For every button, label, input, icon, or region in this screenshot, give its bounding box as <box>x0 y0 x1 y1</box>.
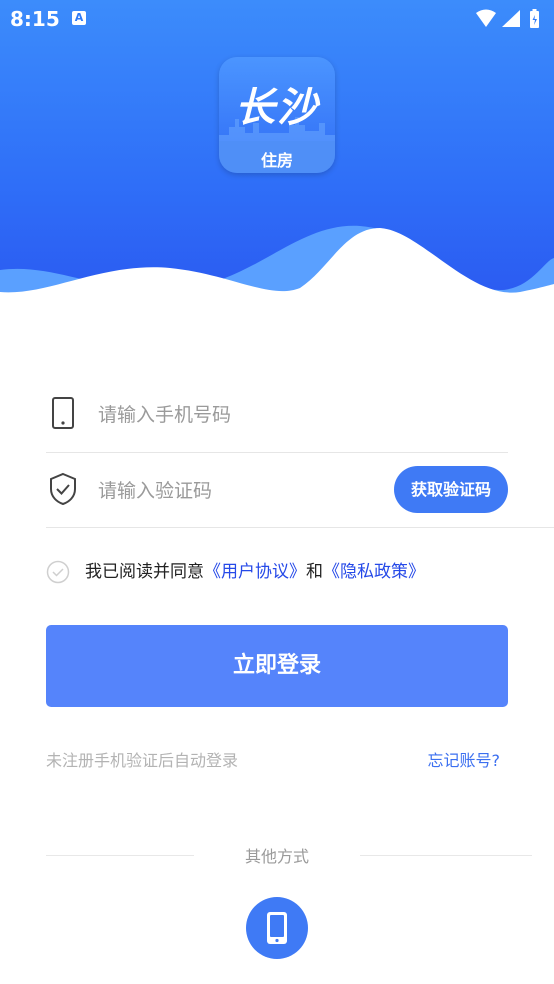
forgot-account-link[interactable]: 忘记账号? <box>428 747 501 771</box>
status-time: 8:15 <box>10 7 60 31</box>
signal-icon <box>502 10 520 27</box>
phone-login-button[interactable] <box>246 897 308 959</box>
agreement-checkbox[interactable] <box>46 560 70 584</box>
agreement-conjunction: 和 <box>306 562 323 582</box>
user-agreement-link[interactable]: 《用户协议》 <box>204 562 306 582</box>
phone-input[interactable] <box>96 396 390 434</box>
auto-register-hint: 未注册手机验证后自动登录 <box>46 751 239 770</box>
code-row: 获取验证码 <box>46 452 554 528</box>
login-button[interactable]: 立即登录 <box>46 625 508 707</box>
privacy-policy-link[interactable]: 《隐私政策》 <box>323 562 425 582</box>
agreement-text: 我已阅读并同意《用户协议》和《隐私政策》 <box>85 556 425 588</box>
shield-check-icon <box>50 472 76 506</box>
header-banner: 8:15 A 长沙 住房 <box>0 0 554 330</box>
agreement-row: 我已阅读并同意《用户协议》和《隐私政策》 <box>46 556 516 588</box>
status-bar: 8:15 A <box>0 0 554 38</box>
divider-left <box>46 855 194 856</box>
logo-subtitle: 住房 <box>260 151 293 170</box>
get-code-button[interactable]: 获取验证码 <box>394 466 508 513</box>
phone-icon <box>267 912 287 944</box>
divider-right <box>360 855 532 856</box>
app-logo: 长沙 住房 <box>219 57 335 173</box>
wifi-icon <box>476 9 496 27</box>
agreement-prefix: 我已阅读并同意 <box>85 562 204 582</box>
code-input[interactable] <box>96 472 390 510</box>
phone-icon <box>52 397 74 429</box>
logo-title: 长沙 <box>235 85 319 131</box>
status-indicators <box>476 9 539 28</box>
other-methods-label: 其他方式 <box>244 847 309 866</box>
phone-row <box>46 376 508 453</box>
notification-icon: A <box>72 11 86 25</box>
